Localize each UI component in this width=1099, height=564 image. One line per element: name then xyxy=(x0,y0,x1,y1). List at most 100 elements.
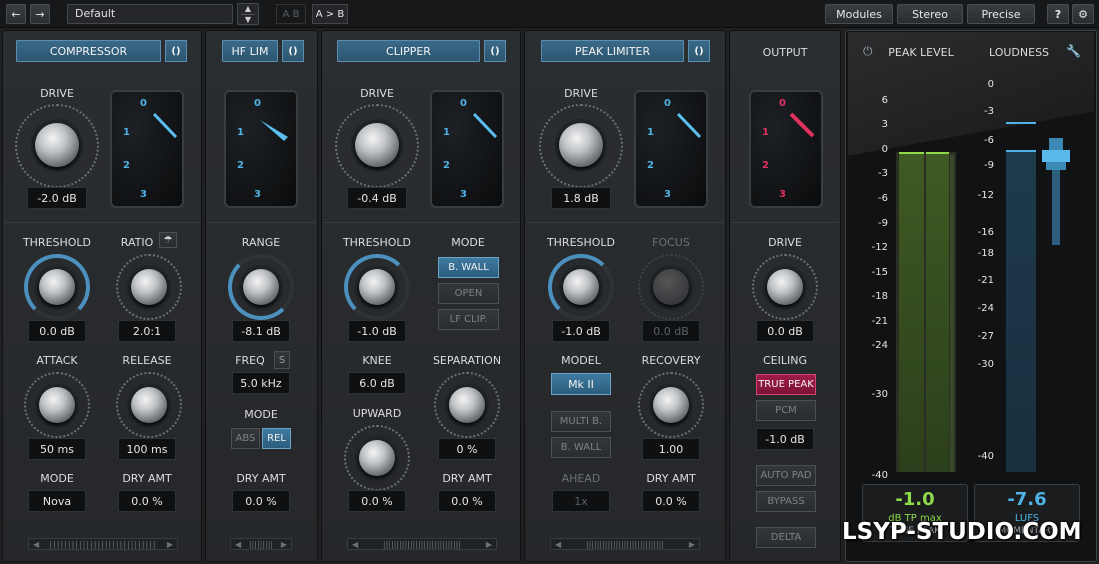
ratio-style-button[interactable]: ☂ xyxy=(159,232,177,248)
truepeak-button[interactable]: TRUE PEAK xyxy=(756,374,816,395)
clipper-dry-value[interactable]: 0.0 % xyxy=(438,490,496,512)
output-drive-knob[interactable] xyxy=(767,269,803,305)
clipper-threshold-value[interactable]: -1.0 dB xyxy=(348,320,406,342)
meter-tick: 2 xyxy=(443,160,450,171)
hflim-link-button[interactable]: () xyxy=(282,40,304,62)
peaklimiter-bwall-button[interactable]: B. WALL xyxy=(551,437,611,458)
ab-toggle[interactable]: A B xyxy=(276,4,306,24)
delta-button[interactable]: DELTA xyxy=(756,527,816,548)
loudness-histogram-tail xyxy=(1052,170,1060,245)
loudness-scale-tick: -9 xyxy=(984,160,994,171)
preset-field[interactable]: Default xyxy=(67,4,233,24)
loudness-meter-bar xyxy=(1006,150,1036,472)
compressor-header-button[interactable]: COMPRESSOR xyxy=(16,40,161,62)
compressor-drive-value[interactable]: -2.0 dB xyxy=(27,187,87,209)
compressor-ratio-knob[interactable] xyxy=(131,269,167,305)
chevron-up-icon[interactable]: ▲ xyxy=(238,4,258,14)
clipper-separation-value[interactable]: 0 % xyxy=(438,438,496,460)
precise-button[interactable]: Precise xyxy=(967,4,1035,24)
peaklimiter-recovery-value[interactable]: 1.00 xyxy=(642,438,700,460)
meter-tick: 0 xyxy=(664,98,671,109)
peaklimiter-dry-value[interactable]: 0.0 % xyxy=(642,490,700,512)
peaklimiter-focus-value[interactable]: 0.0 dB xyxy=(642,320,700,342)
clipper-open-button[interactable]: OPEN xyxy=(438,283,499,304)
stereo-button[interactable]: Stereo xyxy=(897,4,963,24)
clipper-knee-value[interactable]: 6.0 dB xyxy=(348,372,406,394)
output-meter: 0 1 2 3 xyxy=(749,90,823,208)
hflim-header-button[interactable]: HF LIM xyxy=(222,40,278,62)
peaklimiter-threshold-label: THRESHOLD xyxy=(546,236,616,249)
compressor-dry-value[interactable]: 0.0 % xyxy=(118,490,176,512)
peaklimiter-ahead-value[interactable]: 1x xyxy=(552,490,610,512)
loudness-scale-tick: -30 xyxy=(977,359,994,370)
peaklimiter-threshold-value[interactable]: -1.0 dB xyxy=(552,320,610,342)
compressor-threshold-value[interactable]: 0.0 dB xyxy=(28,320,86,342)
ab-copy-button[interactable]: A > B xyxy=(312,4,348,24)
compressor-ratio-value[interactable]: 2.0:1 xyxy=(118,320,176,342)
compressor-threshold-label: THRESHOLD xyxy=(22,236,92,249)
autopad-button[interactable]: AUTO PAD xyxy=(756,465,816,486)
clipper-upward-value[interactable]: 0.0 % xyxy=(348,490,406,512)
loudness-scale-tick: -24 xyxy=(977,303,994,314)
settings-button[interactable]: ⚙ xyxy=(1072,4,1094,24)
clipper-threshold-knob[interactable] xyxy=(359,269,395,305)
help-button[interactable]: ? xyxy=(1047,4,1069,24)
clipper-mode-label: MODE xyxy=(451,236,485,249)
bypass-button[interactable]: BYPASS xyxy=(756,491,816,512)
modules-button[interactable]: Modules xyxy=(825,4,893,24)
compressor-attack-value[interactable]: 50 ms xyxy=(28,438,86,460)
clipper-scrollbar[interactable]: ◀ ||||||||||||||||||||||||||||| ▶ xyxy=(347,538,497,550)
peaklimiter-ahead-label: AHEAD xyxy=(561,472,601,485)
hflim-solo-button[interactable]: S xyxy=(274,351,290,369)
pcm-button[interactable]: PCM xyxy=(756,400,816,421)
peaklimiter-model-select[interactable]: Mk II xyxy=(551,373,611,395)
clipper-lfclip-button[interactable]: LF CLIP. xyxy=(438,309,499,330)
divider xyxy=(526,222,724,223)
clipper-drive-knob[interactable] xyxy=(355,123,399,167)
wrench-icon[interactable]: 🔧 xyxy=(1066,44,1081,58)
power-icon[interactable]: ⏻ xyxy=(863,44,873,59)
redo-button[interactable]: → xyxy=(30,4,50,24)
compressor-release-knob[interactable] xyxy=(131,387,167,423)
hflim-abs-button[interactable]: ABS xyxy=(231,428,260,449)
preset-stepper[interactable]: ▲ ▼ xyxy=(237,3,259,25)
peaklimiter-drive-knob[interactable] xyxy=(559,123,603,167)
hflim-range-value[interactable]: -8.1 dB xyxy=(232,320,290,342)
hflim-mode-label: MODE xyxy=(244,408,278,421)
peaklimiter-header-button[interactable]: PEAK LIMITER xyxy=(541,40,684,62)
peaklimiter-focus-knob[interactable] xyxy=(653,269,689,305)
clipper-link-button[interactable]: () xyxy=(484,40,506,62)
hflim-freq-value[interactable]: 5.0 kHz xyxy=(232,372,290,394)
clipper-header-button[interactable]: CLIPPER xyxy=(337,40,480,62)
peaklimiter-link-button[interactable]: () xyxy=(688,40,710,62)
hflim-range-knob[interactable] xyxy=(243,269,279,305)
compressor-attack-knob[interactable] xyxy=(39,387,75,423)
compressor-drive-knob[interactable] xyxy=(35,123,79,167)
clipper-upward-knob[interactable] xyxy=(359,440,395,476)
hflim-rel-button[interactable]: REL xyxy=(262,428,291,449)
output-ceiling-value[interactable]: -1.0 dB xyxy=(756,428,814,450)
compressor-mode-select[interactable]: Nova xyxy=(28,490,86,512)
hflim-dry-value[interactable]: 0.0 % xyxy=(232,490,290,512)
meter-tick: 2 xyxy=(762,160,769,171)
peaklimiter-multib-button[interactable]: MULTI B. xyxy=(551,411,611,432)
clipper-drive-value[interactable]: -0.4 dB xyxy=(347,187,407,209)
peak-scale-tick: -9 xyxy=(878,218,888,229)
clipper-separation-knob[interactable] xyxy=(449,387,485,423)
chevron-down-icon[interactable]: ▼ xyxy=(238,15,258,25)
peaklimiter-scrollbar[interactable]: ◀ ||||||||||||||||||||||||||||| ▶ xyxy=(550,538,700,550)
peaklimiter-recovery-knob[interactable] xyxy=(653,387,689,423)
clipper-bwall-button[interactable]: B. WALL xyxy=(438,257,499,278)
compressor-release-value[interactable]: 100 ms xyxy=(118,438,176,460)
compressor-scrollbar[interactable]: ◀ ||||||||||||||||||||||||||||| ▶ xyxy=(28,538,178,550)
peak-scale-tick: -30 xyxy=(871,389,888,400)
compressor-threshold-knob[interactable] xyxy=(39,269,75,305)
hflim-scrollbar[interactable]: ◀ ||||||||| ▶ xyxy=(230,538,292,550)
output-drive-value[interactable]: 0.0 dB xyxy=(756,320,814,342)
compressor-link-button[interactable]: () xyxy=(165,40,187,62)
peaklimiter-focus-label: FOCUS xyxy=(652,236,690,249)
peaklimiter-drive-value[interactable]: 1.8 dB xyxy=(551,187,611,209)
peaklimiter-model-label: MODEL xyxy=(561,354,601,367)
peaklimiter-threshold-knob[interactable] xyxy=(563,269,599,305)
undo-button[interactable]: ← xyxy=(6,4,26,24)
